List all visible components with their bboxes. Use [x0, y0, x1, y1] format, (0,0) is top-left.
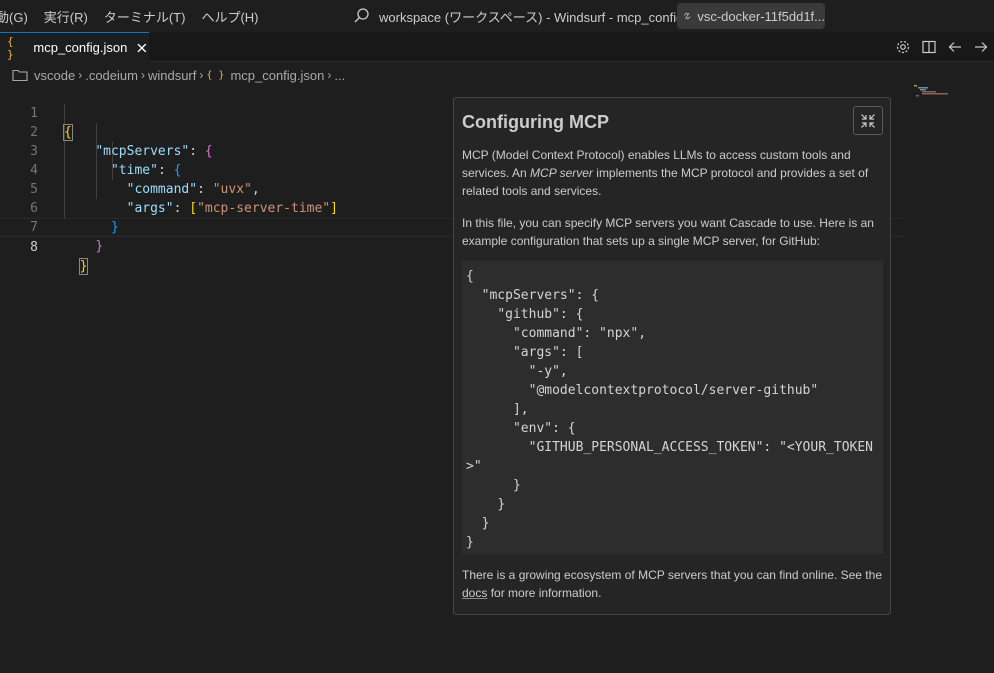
breadcrumb-item-windsurf[interactable]: windsurf: [148, 68, 196, 83]
gear-icon: [896, 40, 910, 54]
tab-label: mcp_config.json: [33, 40, 128, 55]
close-icon[interactable]: [135, 41, 149, 55]
collapse-icon: [861, 113, 875, 128]
chevron-right-icon: ›: [327, 68, 332, 82]
breadcrumb-item-file[interactable]: mcp_config.json: [230, 68, 324, 83]
menu-help[interactable]: ヘルプ(H): [193, 7, 266, 26]
breadcrumb: vscode › .codeium › windsurf › { } mcp_c…: [12, 64, 345, 86]
chevron-right-icon: ›: [199, 68, 204, 82]
minimap[interactable]: [914, 85, 954, 97]
search-text: workspace (ワークスペース) - Windsurf - mcp_con…: [379, 9, 711, 25]
folder-icon: [12, 69, 28, 82]
remote-label: vsc-docker-11f5dd1f...: [697, 8, 825, 24]
hover-paragraph-intro: MCP (Model Context Protocol) enables LLM…: [462, 148, 869, 198]
settings-button[interactable]: [890, 36, 916, 58]
menu-go[interactable]: 動(G): [0, 7, 36, 26]
split-editor-icon: [922, 40, 936, 54]
chevron-right-icon: ›: [78, 68, 83, 82]
breadcrumb-item-vscode[interactable]: vscode: [34, 68, 75, 83]
arrow-right-icon: [975, 42, 988, 52]
example-code-block: { "mcpServers": { "github": { "command":…: [462, 261, 883, 554]
json-file-icon: { }: [206, 69, 225, 81]
collapse-button[interactable]: [853, 106, 883, 135]
go-back-button[interactable]: [942, 36, 968, 58]
docs-link[interactable]: docs: [462, 586, 487, 600]
breadcrumb-item-codeium[interactable]: .codeium: [85, 68, 138, 83]
search-icon: [354, 8, 369, 23]
hover-paragraph-config: In this file, you can specify MCP server…: [462, 216, 874, 248]
split-editor-button[interactable]: [916, 36, 942, 58]
json-file-icon: { }: [7, 34, 14, 61]
menu-run[interactable]: 実行(R): [36, 7, 96, 26]
editor-actions: [890, 32, 994, 62]
remote-indicator[interactable]: vsc-docker-11f5dd1f...: [677, 3, 825, 29]
tab-mcp-config[interactable]: { } mcp_config.json: [0, 32, 149, 62]
tab-bar: { } mcp_config.json: [0, 32, 994, 62]
mcp-help-hover: Configuring MCP MCP (Model Context Proto…: [453, 97, 891, 615]
command-center-search[interactable]: workspace (ワークスペース) - Windsurf - mcp_con…: [353, 4, 711, 28]
go-forward-button[interactable]: [968, 36, 994, 58]
hover-title: Configuring MCP: [462, 112, 609, 132]
remote-icon: [683, 12, 691, 20]
hover-paragraph-ecosystem: There is a growing ecosystem of MCP serv…: [462, 568, 882, 600]
arrow-left-icon: [948, 42, 961, 52]
line-number: 8: [30, 240, 38, 255]
title-bar: 動(G) 実行(R) ターミナル(T) ヘルプ(H) workspace (ワー…: [0, 0, 994, 32]
chevron-right-icon: ›: [140, 68, 145, 82]
menu-terminal[interactable]: ターミナル(T): [96, 7, 194, 26]
menu-bar: 動(G) 実行(R) ターミナル(T) ヘルプ(H): [0, 0, 266, 32]
breadcrumb-item-more[interactable]: ...: [334, 68, 345, 83]
